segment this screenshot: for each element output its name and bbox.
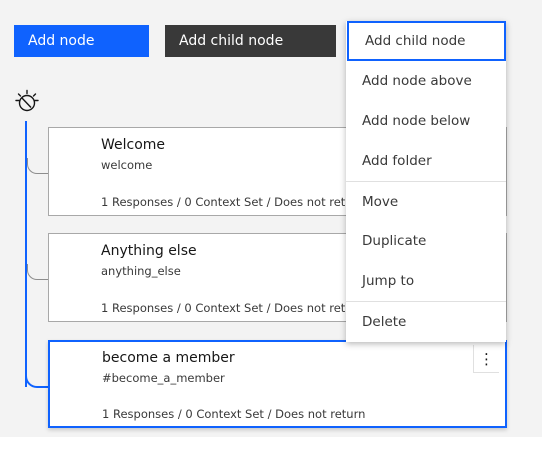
add-node-button[interactable]: Add node	[14, 25, 149, 57]
node-identifier: welcome	[101, 158, 153, 172]
node-meta: 1 Responses / 0 Context Set / Does not r…	[101, 195, 365, 209]
node-identifier: #become_a_member	[102, 371, 225, 385]
add-child-node-button[interactable]: Add child node	[165, 25, 336, 57]
node-identifier: anything_else	[101, 264, 181, 278]
node-context-menu: Add child node Add node above Add node b…	[346, 21, 506, 342]
menu-item-delete[interactable]: Delete	[346, 302, 506, 342]
node-title: become a member	[102, 350, 235, 366]
tree-active-connector	[25, 370, 49, 388]
node-meta: 1 Responses / 0 Context Set / Does not r…	[102, 407, 366, 421]
menu-item-jump-to[interactable]: Jump to	[346, 261, 506, 301]
dialog-tree-editor: Add node Add child node Welcome welcome …	[0, 0, 542, 450]
node-title: Welcome	[101, 137, 166, 153]
menu-item-duplicate[interactable]: Duplicate	[346, 221, 506, 261]
bottom-strip	[0, 437, 542, 450]
node-meta: 1 Responses / 0 Context Set / Does not r…	[101, 301, 365, 315]
dialog-node-become-a-member[interactable]: become a member #become_a_member 1 Respo…	[48, 340, 507, 428]
tree-branch-connector	[27, 158, 49, 174]
menu-item-add-node-below[interactable]: Add node below	[346, 101, 506, 141]
overflow-menu-icon[interactable]: ⋮	[473, 345, 499, 373]
watson-logo-icon	[15, 89, 39, 112]
tree-branch-connector	[27, 264, 49, 280]
menu-item-add-child-node[interactable]: Add child node	[347, 21, 506, 61]
menu-item-add-node-above[interactable]: Add node above	[346, 61, 506, 101]
menu-item-add-folder[interactable]: Add folder	[346, 141, 506, 181]
menu-item-move[interactable]: Move	[346, 182, 506, 222]
node-title: Anything else	[101, 243, 197, 259]
